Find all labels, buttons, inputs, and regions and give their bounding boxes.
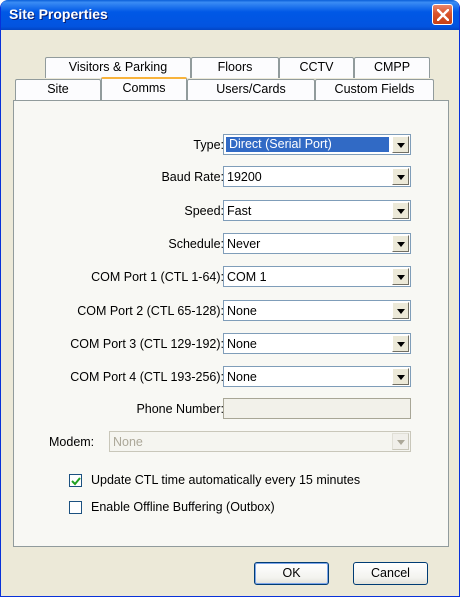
tab-visitors-parking[interactable]: Visitors & Parking	[45, 57, 191, 78]
baud-rate-label: Baud Rate:	[161, 170, 224, 184]
chevron-down-icon	[397, 440, 405, 445]
tab-cctv[interactable]: CCTV	[279, 57, 354, 78]
com-port-3-value: None	[227, 337, 257, 351]
baud-rate-dropdown-arrow[interactable]	[392, 168, 409, 185]
com-port-4-dropdown-arrow[interactable]	[392, 368, 409, 385]
com-port-1-dropdown-arrow[interactable]	[392, 268, 409, 285]
checkmark-icon	[71, 477, 81, 486]
com-port-1-dropdown[interactable]: COM 1	[223, 266, 411, 287]
schedule-dropdown-arrow[interactable]	[392, 235, 409, 252]
com-port-4-label: COM Port 4 (CTL 193-256):	[70, 370, 224, 384]
chevron-down-icon	[397, 275, 405, 280]
phone-number-label: Phone Number:	[136, 402, 224, 416]
modem-label: Modem:	[49, 435, 95, 449]
modem-dropdown-arrow[interactable]	[392, 433, 409, 450]
tab-comms[interactable]: Comms	[101, 77, 187, 100]
com-port-2-value: None	[227, 304, 257, 318]
tab-floors[interactable]: Floors	[191, 57, 279, 78]
baud-rate-dropdown[interactable]: 19200	[223, 166, 411, 187]
close-button[interactable]	[432, 4, 453, 25]
com-port-2-label: COM Port 2 (CTL 65-128):	[77, 304, 224, 318]
com-port-4-value: None	[227, 370, 257, 384]
com-port-3-dropdown[interactable]: None	[223, 333, 411, 354]
comms-panel: Type: Direct (Serial Port) Baud Rate: 19…	[13, 100, 449, 547]
type-label: Type:	[193, 138, 224, 152]
com-port-1-label: COM Port 1 (CTL 1-64):	[91, 270, 224, 284]
type-dropdown[interactable]: Direct (Serial Port)	[223, 134, 411, 155]
com-port-3-dropdown-arrow[interactable]	[392, 335, 409, 352]
schedule-value: Never	[227, 237, 261, 251]
offline-buffering-checkbox[interactable]	[69, 501, 82, 514]
close-icon	[437, 9, 449, 21]
tab-cmpp[interactable]: CMPP	[354, 57, 430, 78]
speed-dropdown-arrow[interactable]	[392, 202, 409, 219]
type-dropdown-arrow[interactable]	[392, 136, 409, 153]
chevron-down-icon	[397, 375, 405, 380]
cancel-button[interactable]: Cancel	[353, 562, 428, 585]
chevron-down-icon	[397, 342, 405, 347]
offline-buffering-label[interactable]: Enable Offline Buffering (Outbox)	[91, 500, 275, 514]
type-value: Direct (Serial Port)	[226, 137, 389, 152]
baud-rate-value: 19200	[227, 170, 262, 184]
speed-dropdown[interactable]: Fast	[223, 200, 411, 221]
com-port-1-value: COM 1	[227, 270, 267, 284]
com-port-2-dropdown[interactable]: None	[223, 300, 411, 321]
speed-value: Fast	[227, 204, 252, 218]
modem-value: None	[113, 435, 143, 449]
schedule-label: Schedule:	[168, 237, 224, 251]
com-port-4-dropdown[interactable]: None	[223, 366, 411, 387]
update-ctl-checkbox[interactable]	[69, 474, 82, 487]
modem-dropdown[interactable]: None	[109, 431, 411, 452]
speed-label: Speed:	[184, 204, 224, 218]
com-port-2-dropdown-arrow[interactable]	[392, 302, 409, 319]
chevron-down-icon	[397, 209, 405, 214]
update-ctl-label[interactable]: Update CTL time automatically every 15 m…	[91, 473, 360, 487]
phone-number-field[interactable]	[223, 398, 411, 419]
window-title: Site Properties	[9, 6, 108, 22]
tab-site[interactable]: Site	[15, 79, 101, 100]
chevron-down-icon	[397, 242, 405, 247]
site-properties-dialog: Site Properties Visitors & Parking Floor…	[0, 0, 460, 597]
schedule-dropdown[interactable]: Never	[223, 233, 411, 254]
chevron-down-icon	[397, 143, 405, 148]
chevron-down-icon	[397, 309, 405, 314]
tab-users-cards[interactable]: Users/Cards	[187, 79, 315, 100]
tab-custom-fields[interactable]: Custom Fields	[315, 79, 434, 100]
com-port-3-label: COM Port 3 (CTL 129-192):	[70, 337, 224, 351]
title-bar[interactable]: Site Properties	[1, 0, 459, 30]
ok-button[interactable]: OK	[254, 562, 329, 585]
chevron-down-icon	[397, 175, 405, 180]
